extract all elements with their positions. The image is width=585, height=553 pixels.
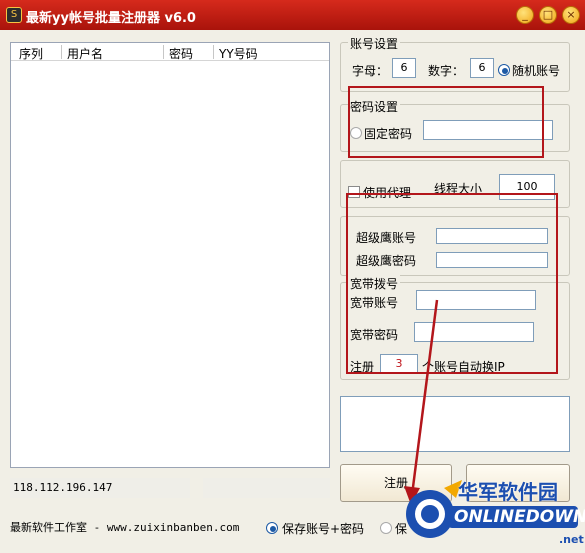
- annotation-box: [348, 86, 544, 158]
- random-account-radio[interactable]: [498, 64, 510, 76]
- list-header: 序列 用户名 密码 YY号码: [11, 43, 329, 61]
- column-divider: [163, 45, 164, 59]
- account-list[interactable]: 序列 用户名 密码 YY号码: [10, 42, 330, 468]
- ip-address: 118.112.196.147: [10, 478, 190, 498]
- watermark-cn-text: 华军软件园: [458, 480, 558, 504]
- status-field: [203, 478, 330, 498]
- minimize-icon[interactable]: _: [516, 6, 534, 24]
- letters-input[interactable]: 6: [392, 58, 416, 78]
- column-header-yy-number[interactable]: YY号码: [219, 45, 258, 62]
- column-divider: [61, 45, 62, 59]
- digits-input[interactable]: 6: [470, 58, 494, 78]
- column-header-password[interactable]: 密码: [169, 45, 193, 62]
- studio-footer: 最新软件工作室 - www.zuixinbanben.com: [10, 521, 240, 534]
- save-account-password-radio[interactable]: [266, 522, 278, 534]
- save-account-password-label: 保存账号+密码: [282, 522, 365, 536]
- window-title: 最新yy帐号批量注册器 v6.0: [26, 11, 196, 26]
- app-icon: S: [6, 7, 22, 23]
- letters-label: 字母：: [352, 64, 389, 78]
- column-header-index[interactable]: 序列: [19, 45, 43, 62]
- column-header-username[interactable]: 用户名: [67, 45, 103, 62]
- save-option-2-radio[interactable]: [380, 522, 392, 534]
- account-settings-title: 账号设置: [348, 35, 401, 52]
- column-divider: [213, 45, 214, 59]
- digits-label: 数字：: [428, 64, 465, 78]
- watermark-suffix: .net: [559, 533, 584, 546]
- close-icon[interactable]: ×: [562, 6, 580, 24]
- title-bar: S 最新yy帐号批量注册器 v6.0 _ □ ×: [0, 0, 585, 30]
- random-account-label: 随机账号: [512, 64, 561, 78]
- annotation-box: [346, 193, 558, 374]
- watermark: 华军软件园 ONLINEDOWN .net: [404, 470, 585, 553]
- maximize-icon[interactable]: □: [539, 6, 557, 24]
- log-textarea[interactable]: [340, 396, 570, 452]
- watermark-en-text: ONLINEDOWN: [454, 507, 585, 527]
